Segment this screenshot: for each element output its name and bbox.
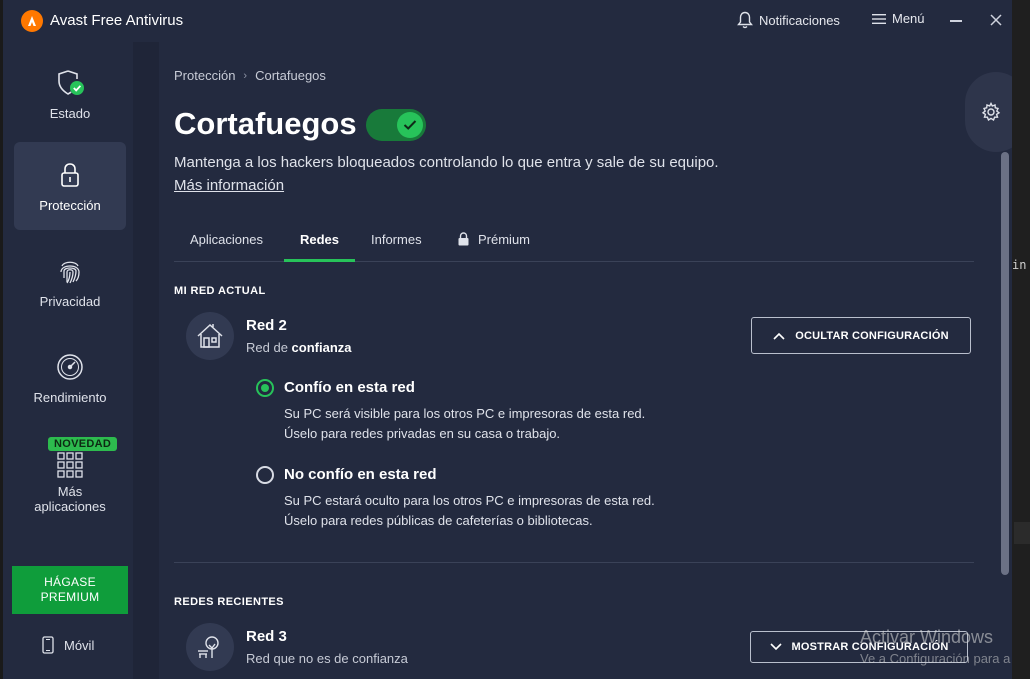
public-network-icon	[186, 623, 234, 671]
tab-premium-label: Prémium	[478, 232, 531, 247]
upgrade-premium-button[interactable]: HÁGASE PREMIUM	[12, 566, 128, 614]
lock-icon	[55, 160, 85, 190]
sidebar-item-label: Más aplicaciones	[34, 484, 106, 514]
sidebar-item-label: Estado	[49, 105, 91, 121]
apps-grid-icon	[55, 450, 85, 480]
settings-button[interactable]	[965, 72, 1015, 152]
new-badge: NOVEDAD	[48, 437, 118, 451]
sidebar-item-proteccion[interactable]: Protección	[14, 142, 126, 230]
distrust-network-radio[interactable]	[256, 466, 274, 484]
bell-icon	[737, 11, 753, 29]
breadcrumb: Protección › Cortafuegos	[174, 68, 326, 83]
close-button[interactable]	[988, 12, 1004, 28]
trust-network-radio[interactable]	[256, 379, 274, 397]
chevron-down-icon	[769, 643, 782, 651]
lock-icon	[458, 232, 469, 246]
app-window: Avast Free Antivirus Notificaciones Menú	[0, 0, 1015, 679]
sidebar-item-label: Protección	[39, 197, 101, 213]
trust-option-title: Confío en esta red	[284, 379, 415, 396]
page-description: Mantenga a los hackers bloqueados contro…	[174, 154, 719, 171]
distrust-option-line: Su PC estará oculto para los otros PC e …	[284, 493, 655, 508]
sidebar-item-label: Privacidad	[39, 293, 101, 309]
tab-aplicaciones[interactable]: Aplicaciones	[190, 232, 263, 247]
recent-network-status: Red que no es de confianza	[246, 651, 408, 666]
activation-watermark-title: Activar Windows	[860, 627, 994, 647]
sidebar: Estado Protección Privacidad Rendimiento…	[6, 42, 133, 679]
sidebar-item-privacidad[interactable]: Privacidad	[14, 238, 126, 326]
app-title: Avast Free Antivirus	[50, 12, 184, 29]
active-tab-indicator	[284, 259, 355, 262]
main-panel: Protección › Cortafuegos Cortafuegos Man…	[159, 42, 1015, 679]
scrollbar-thumb[interactable]	[1001, 152, 1009, 575]
desktop-background-right: in	[1012, 0, 1030, 679]
close-icon	[990, 14, 1002, 26]
chevron-up-icon	[773, 332, 785, 340]
phone-icon	[42, 636, 54, 654]
tab-informes[interactable]: Informes	[371, 232, 422, 247]
breadcrumb-proteccion[interactable]: Protección	[174, 68, 235, 83]
page-title: Cortafuegos	[174, 106, 357, 141]
sidebar-item-mas-aplicaciones[interactable]: Más aplicaciones	[14, 440, 126, 518]
recent-networks-heading: REDES RECIENTES	[174, 596, 284, 608]
activation-watermark-subtitle: Ve a Configuración para a	[860, 651, 1011, 666]
current-network-heading: MI RED ACTUAL	[174, 285, 266, 297]
chevron-right-icon: ›	[243, 69, 248, 82]
sidebar-divider	[133, 42, 159, 679]
tab-redes[interactable]: Redes	[300, 232, 339, 247]
desktop-fragment-bar	[1014, 522, 1030, 544]
menu-label: Menú	[892, 11, 925, 26]
hide-settings-button[interactable]: OCULTAR CONFIGURACIÓN	[751, 317, 971, 354]
title-bar: Avast Free Antivirus Notificaciones Menú	[6, 0, 1015, 42]
mobile-link[interactable]: Móvil	[42, 636, 94, 654]
desktop-text-fragment: in	[1012, 258, 1027, 272]
avast-logo-icon	[21, 10, 43, 32]
current-network-status: Red de confianza	[246, 340, 352, 355]
check-icon	[403, 120, 417, 130]
fingerprint-icon	[55, 256, 85, 286]
mobile-label: Móvil	[64, 637, 95, 653]
notifications-button[interactable]: Notificaciones	[737, 11, 840, 29]
distrust-option-title: No confío en esta red	[284, 466, 437, 483]
sidebar-item-estado[interactable]: Estado	[14, 50, 126, 138]
shield-check-icon	[55, 68, 85, 98]
sidebar-item-label: Rendimiento	[33, 389, 107, 405]
home-network-icon	[186, 312, 234, 360]
distrust-option-line: Úselo para redes públicas de cafeterías …	[284, 513, 593, 528]
tab-premium[interactable]: Prémium	[457, 232, 530, 247]
firewall-toggle[interactable]	[366, 109, 426, 141]
sidebar-item-rendimiento[interactable]: Rendimiento	[14, 334, 126, 422]
breadcrumb-cortafuegos: Cortafuegos	[255, 68, 326, 83]
gauge-icon	[55, 352, 85, 382]
current-network-name: Red 2	[246, 317, 287, 334]
trust-option-line: Úselo para redes privadas en su casa o t…	[284, 426, 561, 441]
trust-option-line: Su PC será visible para los otros PC e i…	[284, 406, 646, 421]
minimize-button[interactable]	[950, 20, 962, 22]
section-divider	[174, 562, 974, 563]
recent-network-name: Red 3	[246, 628, 287, 645]
menu-button[interactable]: Menú	[872, 11, 925, 26]
more-info-link[interactable]: Más información	[174, 177, 284, 194]
notifications-label: Notificaciones	[759, 12, 840, 28]
gear-icon	[981, 102, 1001, 122]
hamburger-icon	[872, 13, 886, 24]
toggle-knob	[397, 112, 423, 138]
tab-bar: Aplicaciones Redes Informes Prémium	[174, 218, 974, 262]
